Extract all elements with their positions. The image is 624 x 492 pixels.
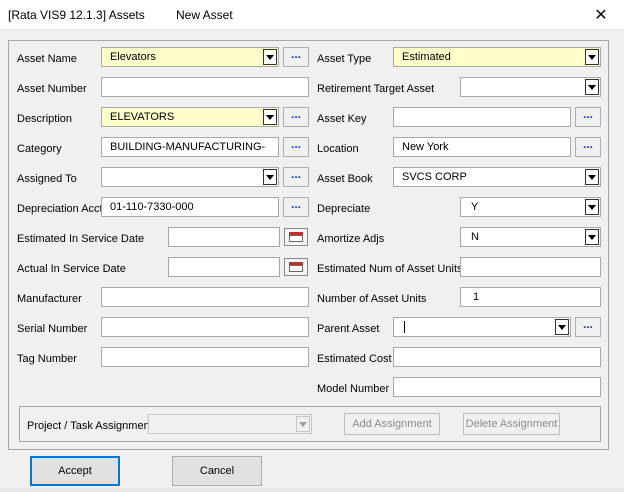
tag-number-field[interactable] — [101, 347, 309, 367]
est-in-service-label: Estimated In Service Date — [17, 233, 145, 245]
close-icon[interactable]: ✕ — [578, 0, 624, 30]
asset-book-combo[interactable]: SVCS CORP — [393, 167, 601, 187]
category-label: Category — [17, 143, 62, 155]
chevron-down-icon[interactable] — [263, 169, 277, 185]
serial-number-label: Serial Number — [17, 323, 88, 335]
asset-form-panel: Asset Name Elevators ... Asset Number De… — [8, 40, 609, 450]
category-lookup-button[interactable]: ... — [283, 137, 309, 157]
assigned-to-label: Assigned To — [17, 173, 77, 185]
num-units-field[interactable]: 1 — [460, 287, 601, 307]
retirement-target-label: Retirement Target Asset — [317, 83, 435, 95]
chevron-down-icon[interactable] — [585, 169, 599, 185]
location-field[interactable]: New York — [393, 137, 571, 157]
est-in-service-date-field[interactable] — [168, 227, 280, 247]
text-cursor — [404, 321, 405, 333]
est-num-units-label: Estimated Num of Asset Units — [317, 263, 463, 275]
app-title: [Rata VIS9 12.1.3] Assets — [8, 8, 145, 22]
estimated-cost-label: Estimated Cost — [317, 353, 392, 365]
window-title: New Asset — [176, 8, 233, 22]
chevron-down-icon[interactable] — [585, 229, 599, 245]
act-in-service-date-field[interactable] — [168, 257, 280, 277]
amortize-adjs-label: Amortize Adjs — [317, 233, 385, 245]
location-label: Location — [317, 143, 359, 155]
asset-type-value: Estimated — [402, 51, 451, 63]
description-label: Description — [17, 113, 73, 125]
assigned-to-combo[interactable] — [101, 167, 279, 187]
accept-button[interactable]: Accept — [30, 456, 120, 486]
window-bottom-edge — [0, 488, 624, 492]
chevron-down-icon[interactable] — [296, 416, 310, 432]
asset-key-label: Asset Key — [317, 113, 367, 125]
asset-type-combo[interactable]: Estimated — [393, 47, 601, 67]
parent-asset-combo[interactable] — [393, 317, 571, 337]
chevron-down-icon[interactable] — [585, 49, 599, 65]
depreciate-combo[interactable]: Y — [460, 197, 601, 217]
chevron-down-icon[interactable] — [555, 319, 569, 335]
parent-asset-label: Parent Asset — [317, 323, 380, 335]
asset-key-field[interactable] — [393, 107, 571, 127]
description-lookup-button[interactable]: ... — [283, 107, 309, 127]
assignment-label: Project / Task Assignment — [27, 420, 153, 432]
description-value: ELEVATORS — [110, 111, 175, 123]
depreciation-acct-field[interactable]: 01-110-7330-000 — [101, 197, 279, 217]
parent-asset-lookup-button[interactable]: ... — [575, 317, 601, 337]
chevron-down-icon[interactable] — [263, 49, 277, 65]
est-num-units-field[interactable] — [460, 257, 601, 277]
manufacturer-label: Manufacturer — [17, 293, 82, 305]
add-assignment-button[interactable]: Add Assignment — [344, 413, 440, 435]
act-in-service-label: Actual In Service Date — [17, 263, 126, 275]
amortize-adjs-value: N — [471, 231, 479, 243]
title-bar: [Rata VIS9 12.1.3] Assets New Asset ✕ — [0, 0, 624, 30]
estimated-cost-field[interactable] — [393, 347, 601, 367]
chevron-down-icon[interactable] — [585, 79, 599, 95]
asset-name-value: Elevators — [110, 51, 156, 63]
assignment-combo[interactable] — [148, 414, 312, 434]
calendar-icon[interactable] — [284, 228, 308, 246]
manufacturer-field[interactable] — [101, 287, 309, 307]
location-lookup-button[interactable]: ... — [575, 137, 601, 157]
asset-name-label: Asset Name — [17, 53, 77, 65]
assigned-to-lookup-button[interactable]: ... — [283, 167, 309, 187]
num-units-label: Number of Asset Units — [317, 293, 427, 305]
assignment-section: Project / Task Assignment Add Assignment… — [19, 406, 601, 442]
asset-name-lookup-button[interactable]: ... — [283, 47, 309, 67]
retirement-target-combo[interactable] — [460, 77, 601, 97]
depreciation-acct-label: Depreciation Acct — [17, 203, 103, 215]
cancel-button[interactable]: Cancel — [172, 456, 262, 486]
tag-number-label: Tag Number — [17, 353, 77, 365]
chevron-down-icon[interactable] — [585, 199, 599, 215]
serial-number-field[interactable] — [101, 317, 309, 337]
asset-number-label: Asset Number — [17, 83, 87, 95]
asset-key-lookup-button[interactable]: ... — [575, 107, 601, 127]
chevron-down-icon[interactable] — [263, 109, 277, 125]
depreciation-acct-lookup-button[interactable]: ... — [283, 197, 309, 217]
asset-type-label: Asset Type — [317, 53, 372, 65]
asset-number-field[interactable] — [101, 77, 309, 97]
category-field[interactable]: BUILDING-MANUFACTURING- — [101, 137, 279, 157]
model-number-field[interactable] — [393, 377, 601, 397]
amortize-adjs-combo[interactable]: N — [460, 227, 601, 247]
asset-book-value: SVCS CORP — [402, 171, 467, 183]
delete-assignment-button[interactable]: Delete Assignment — [463, 413, 560, 435]
asset-name-combo[interactable]: Elevators — [101, 47, 279, 67]
asset-book-label: Asset Book — [317, 173, 373, 185]
calendar-icon[interactable] — [284, 258, 308, 276]
description-combo[interactable]: ELEVATORS — [101, 107, 279, 127]
depreciate-label: Depreciate — [317, 203, 371, 215]
model-number-label: Model Number — [317, 383, 390, 395]
depreciate-value: Y — [471, 201, 479, 213]
